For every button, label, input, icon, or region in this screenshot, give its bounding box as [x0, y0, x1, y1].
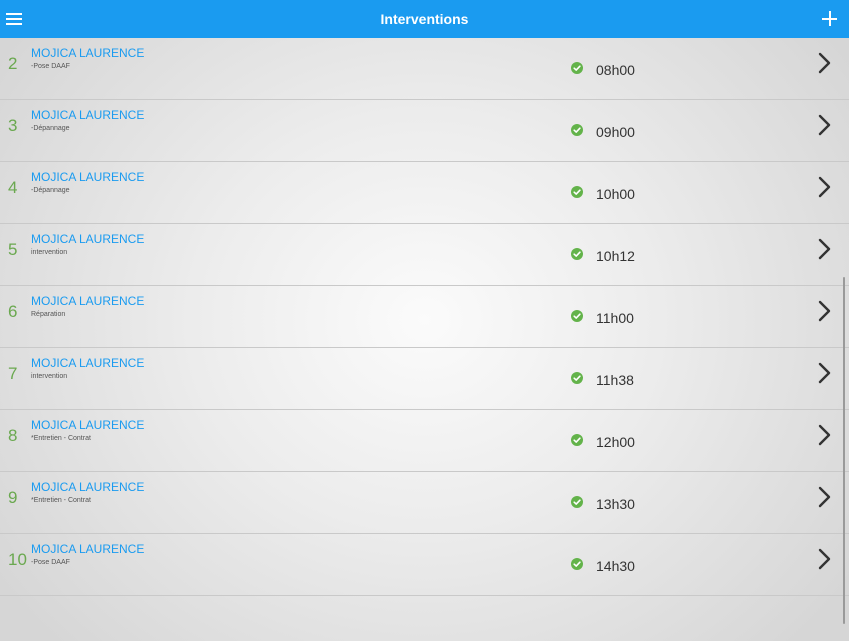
- appointment-time: 13h30: [596, 496, 635, 512]
- row-number: 8: [8, 426, 18, 445]
- client-name: MOJICA LAURENCE: [31, 46, 145, 60]
- intervention-type: -Dépannage: [31, 187, 70, 194]
- list-item[interactable]: 2 MOJICA LAURENCE -Pose DAAF 08h00: [0, 38, 849, 100]
- scrollbar[interactable]: [843, 277, 845, 624]
- list-item[interactable]: 6 MOJICA LAURENCE Réparation 11h00: [0, 286, 849, 348]
- list-item[interactable]: 10 MOJICA LAURENCE -Pose DAAF 14h30: [0, 534, 849, 596]
- chevron-right-icon[interactable]: [816, 176, 834, 198]
- intervention-type: *Entretien - Contrat: [31, 435, 91, 442]
- chevron-right-icon[interactable]: [816, 362, 834, 384]
- check-circle-icon: [571, 124, 583, 136]
- intervention-type: intervention: [31, 249, 68, 256]
- appointment-time: 10h12: [596, 248, 635, 264]
- page-title: Interventions: [380, 11, 469, 27]
- check-circle-icon: [571, 558, 583, 570]
- appointment-time: 09h00: [596, 124, 635, 140]
- intervention-type: *Entretien - Contrat: [31, 497, 91, 504]
- check-circle-icon: [571, 496, 583, 508]
- top-bar: Interventions: [0, 0, 849, 38]
- intervention-type: intervention: [31, 373, 68, 380]
- appointment-time: 08h00: [596, 62, 635, 78]
- chevron-right-icon[interactable]: [816, 424, 834, 446]
- chevron-right-icon[interactable]: [816, 238, 834, 260]
- list-item[interactable]: 5 MOJICA LAURENCE intervention 10h12: [0, 224, 849, 286]
- row-number: 9: [8, 488, 18, 507]
- client-name: MOJICA LAURENCE: [31, 356, 145, 370]
- intervention-type: -Dépannage: [31, 125, 70, 132]
- client-name: MOJICA LAURENCE: [31, 542, 145, 556]
- row-number: 3: [8, 116, 18, 135]
- chevron-right-icon[interactable]: [816, 52, 834, 74]
- client-name: MOJICA LAURENCE: [31, 418, 145, 432]
- appointment-time: 11h38: [596, 372, 634, 388]
- chevron-right-icon[interactable]: [816, 548, 834, 570]
- client-name: MOJICA LAURENCE: [31, 294, 145, 308]
- row-number: 6: [8, 302, 18, 321]
- check-circle-icon: [571, 62, 583, 74]
- intervention-type: Réparation: [31, 311, 66, 318]
- list-item[interactable]: 4 MOJICA LAURENCE -Dépannage 10h00: [0, 162, 849, 224]
- add-intervention-plus-icon[interactable]: [819, 8, 841, 30]
- client-name: MOJICA LAURENCE: [31, 232, 145, 246]
- appointment-time: 11h00: [596, 310, 634, 326]
- row-number: 4: [8, 178, 18, 197]
- intervention-type: -Pose DAAF: [31, 559, 70, 566]
- list-item[interactable]: 7 MOJICA LAURENCE intervention 11h38: [0, 348, 849, 410]
- interventions-list: 2 MOJICA LAURENCE -Pose DAAF 08h00 3 MOJ…: [0, 38, 849, 596]
- check-circle-icon: [571, 310, 583, 322]
- row-number: 5: [8, 240, 18, 259]
- row-number: 2: [8, 54, 18, 73]
- client-name: MOJICA LAURENCE: [31, 108, 145, 122]
- check-circle-icon: [571, 248, 583, 260]
- row-number: 7: [8, 364, 18, 383]
- chevron-right-icon[interactable]: [816, 486, 834, 508]
- appointment-time: 12h00: [596, 434, 635, 450]
- intervention-type: -Pose DAAF: [31, 63, 70, 70]
- list-item[interactable]: 8 MOJICA LAURENCE *Entretien - Contrat 1…: [0, 410, 849, 472]
- appointment-time: 14h30: [596, 558, 635, 574]
- chevron-right-icon[interactable]: [816, 114, 834, 136]
- client-name: MOJICA LAURENCE: [31, 170, 145, 184]
- row-number: 10: [8, 550, 27, 569]
- check-circle-icon: [571, 186, 583, 198]
- list-item[interactable]: 3 MOJICA LAURENCE -Dépannage 09h00: [0, 100, 849, 162]
- check-circle-icon: [571, 434, 583, 446]
- list-item[interactable]: 9 MOJICA LAURENCE *Entretien - Contrat 1…: [0, 472, 849, 534]
- client-name: MOJICA LAURENCE: [31, 480, 145, 494]
- check-circle-icon: [571, 372, 583, 384]
- appointment-time: 10h00: [596, 186, 635, 202]
- chevron-right-icon[interactable]: [816, 300, 834, 322]
